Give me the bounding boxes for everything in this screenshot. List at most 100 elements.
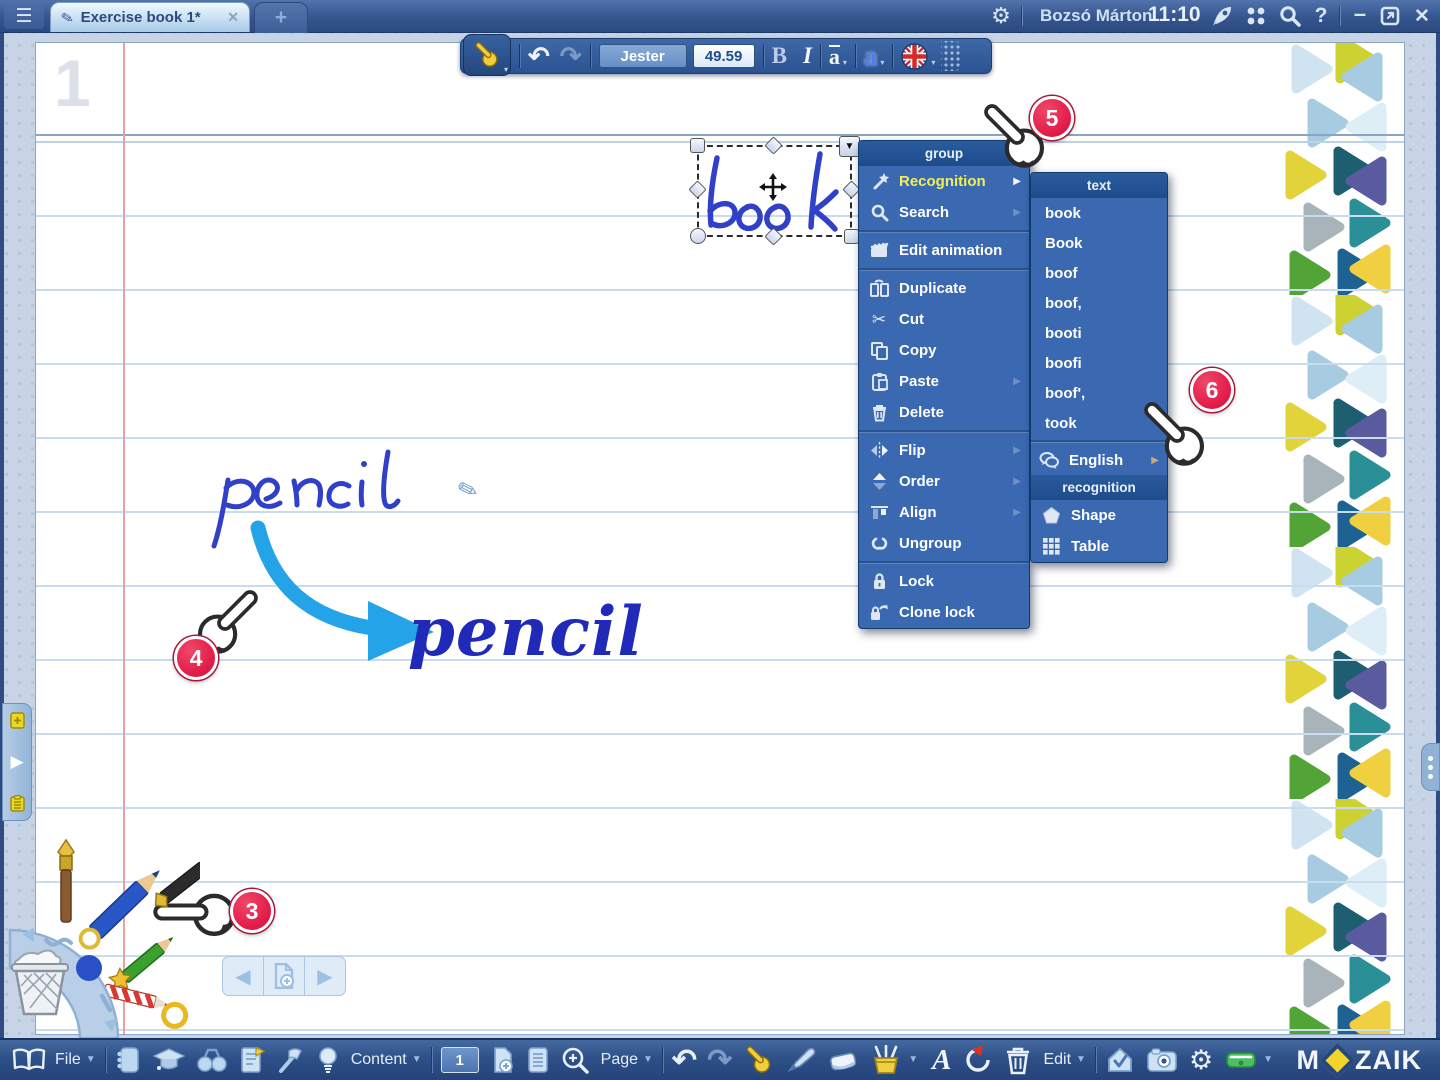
menu-item-delete[interactable]: Delete (859, 397, 1029, 428)
settings-gear-icon[interactable]: ⚙ (988, 4, 1014, 28)
add-page-toolbar-icon[interactable] (491, 1046, 515, 1074)
converted-text[interactable]: pencil (408, 592, 644, 671)
text-tool-button[interactable]: A (932, 1044, 951, 1077)
rocket-icon[interactable] (1210, 5, 1234, 27)
language-flag-icon[interactable] (901, 43, 928, 70)
binder-icon[interactable] (115, 1046, 141, 1074)
black-pencil[interactable] (150, 849, 200, 912)
marker-pen-button[interactable] (786, 1046, 816, 1074)
menu-item-flip[interactable]: Flip ▶ (859, 435, 1029, 466)
italic-button[interactable]: I (803, 43, 812, 69)
side-panel-tab[interactable]: ▶ (2, 703, 32, 821)
menu-item-clone-lock[interactable]: Clone lock (859, 597, 1029, 628)
selection-handle-bl[interactable] (690, 228, 706, 244)
redo-button[interactable]: ↷ (560, 41, 582, 72)
dropdown-icon[interactable]: ▼ (643, 1055, 653, 1065)
new-tab-button[interactable]: + (254, 2, 308, 33)
wastebasket[interactable] (12, 950, 68, 1014)
zoom-icon[interactable] (561, 1046, 589, 1074)
add-page-mini-icon[interactable] (10, 712, 25, 729)
toolbar-drag-handle[interactable] (941, 41, 961, 71)
maximize-button[interactable] (1380, 6, 1400, 26)
expand-arrow-icon[interactable]: ▶ (10, 752, 23, 772)
pointer-glove-button[interactable] (744, 1045, 774, 1075)
dropdown-icon[interactable]: ▼ (86, 1055, 96, 1065)
dial-blue-dot[interactable] (76, 955, 102, 981)
home-check-icon[interactable] (1105, 1046, 1135, 1074)
menu-item-cut[interactable]: ✂ Cut (859, 304, 1029, 335)
menu-item-table[interactable]: Table (1031, 531, 1167, 562)
open-book-icon[interactable] (12, 1047, 46, 1073)
suggestion-item[interactable]: booti (1031, 318, 1167, 348)
binoculars-icon[interactable] (197, 1047, 227, 1073)
dropdown-icon[interactable]: ▾ (931, 59, 935, 67)
graduation-cap-icon[interactable] (153, 1047, 185, 1073)
suggestion-item[interactable]: boof (1031, 258, 1167, 288)
suggestion-item[interactable]: boofi (1031, 348, 1167, 378)
menu-item-ungroup[interactable]: Ungroup (859, 528, 1029, 559)
menu-item-order[interactable]: Order ▶ (859, 466, 1029, 497)
pages-list-icon[interactable] (527, 1046, 549, 1074)
pointer-tool-button[interactable]: ▾ (463, 34, 511, 76)
underline-button[interactable]: a (829, 45, 840, 68)
selection-handle-br[interactable] (844, 229, 859, 244)
clipboard-mini-icon[interactable] (10, 795, 25, 812)
rotate-tool-button[interactable] (963, 1045, 993, 1075)
eraser-button[interactable] (828, 1047, 858, 1073)
pen-cup-button[interactable] (870, 1045, 902, 1075)
pen-tray-widget[interactable] (0, 838, 200, 1038)
green-pencil[interactable] (106, 929, 180, 995)
selection-box[interactable]: ▼ (697, 145, 852, 237)
close-button[interactable]: ✕ (1410, 4, 1434, 28)
selection-dropdown[interactable]: ▼ (839, 136, 860, 157)
bold-button[interactable]: B (772, 43, 787, 69)
font-size-field[interactable]: 49.59 (693, 44, 755, 68)
content-menu-button[interactable]: Content (351, 1051, 407, 1069)
camera-icon[interactable] (1147, 1047, 1177, 1073)
menu-item-search[interactable]: Search ▶ (859, 197, 1029, 228)
file-menu-button[interactable]: File (55, 1051, 81, 1069)
suggestion-item[interactable]: Book (1031, 228, 1167, 258)
menu-item-duplicate[interactable]: Duplicate (859, 273, 1029, 304)
undo-button[interactable]: ↶ (528, 41, 550, 72)
edit-menu-button[interactable]: Edit (1043, 1051, 1071, 1069)
page-number-field[interactable]: 1 (441, 1047, 479, 1073)
dropdown-icon[interactable]: ▼ (908, 1055, 918, 1065)
menu-item-copy[interactable]: Copy (859, 335, 1029, 366)
menu-item-lock[interactable]: Lock (859, 566, 1029, 597)
menu-item-align[interactable]: Align ▶ (859, 497, 1029, 528)
dropdown-icon[interactable]: ▾ (843, 59, 847, 67)
help-icon[interactable]: ? (1310, 4, 1332, 28)
next-page-button[interactable]: ▶ (305, 957, 345, 995)
suggestion-item[interactable]: boof, (1031, 288, 1167, 318)
dropdown-icon[interactable]: ▾ (880, 59, 884, 67)
dropdown-icon[interactable]: ▼ (1263, 1055, 1273, 1065)
page-menu-button[interactable]: Page (601, 1051, 638, 1069)
settings-tool-icon[interactable]: ⚙ (1189, 1045, 1213, 1076)
move-cursor-icon[interactable] (759, 173, 787, 201)
blue-pencil[interactable] (77, 864, 166, 951)
dropdown-icon[interactable]: ▼ (1076, 1055, 1086, 1065)
font-name-field[interactable]: Jester (599, 44, 687, 68)
add-page-button[interactable] (264, 957, 305, 995)
search-icon[interactable] (1278, 5, 1302, 27)
undo-toolbar-button[interactable]: ↶ (672, 1043, 697, 1078)
user-name[interactable]: Bozsó Márton (1040, 6, 1152, 26)
apps-grid-icon[interactable] (1245, 6, 1267, 26)
prev-page-button[interactable]: ◀ (223, 957, 264, 995)
lightbulb-icon[interactable] (317, 1046, 339, 1074)
dropdown-icon[interactable]: ▼ (412, 1055, 422, 1065)
tab-close-icon[interactable]: ✕ (227, 9, 239, 26)
side-handle-tab[interactable] (1421, 743, 1440, 791)
connect-device-icon[interactable] (1225, 1047, 1257, 1073)
trash-tool-button[interactable] (1005, 1045, 1031, 1075)
document-tab[interactable]: ✎ Exercise book 1* ✕ (50, 2, 250, 32)
redo-toolbar-button[interactable]: ↷ (707, 1043, 732, 1078)
font-color-button[interactable]: a (864, 41, 878, 72)
suggestion-item[interactable]: book (1031, 198, 1167, 228)
hamburger-menu-button[interactable]: ☰ (4, 3, 44, 29)
notes-document-icon[interactable] (239, 1046, 265, 1074)
ornate-pen[interactable] (58, 840, 74, 922)
menu-item-paste[interactable]: Paste ▶ (859, 366, 1029, 397)
minimize-button[interactable]: – (1348, 2, 1372, 26)
